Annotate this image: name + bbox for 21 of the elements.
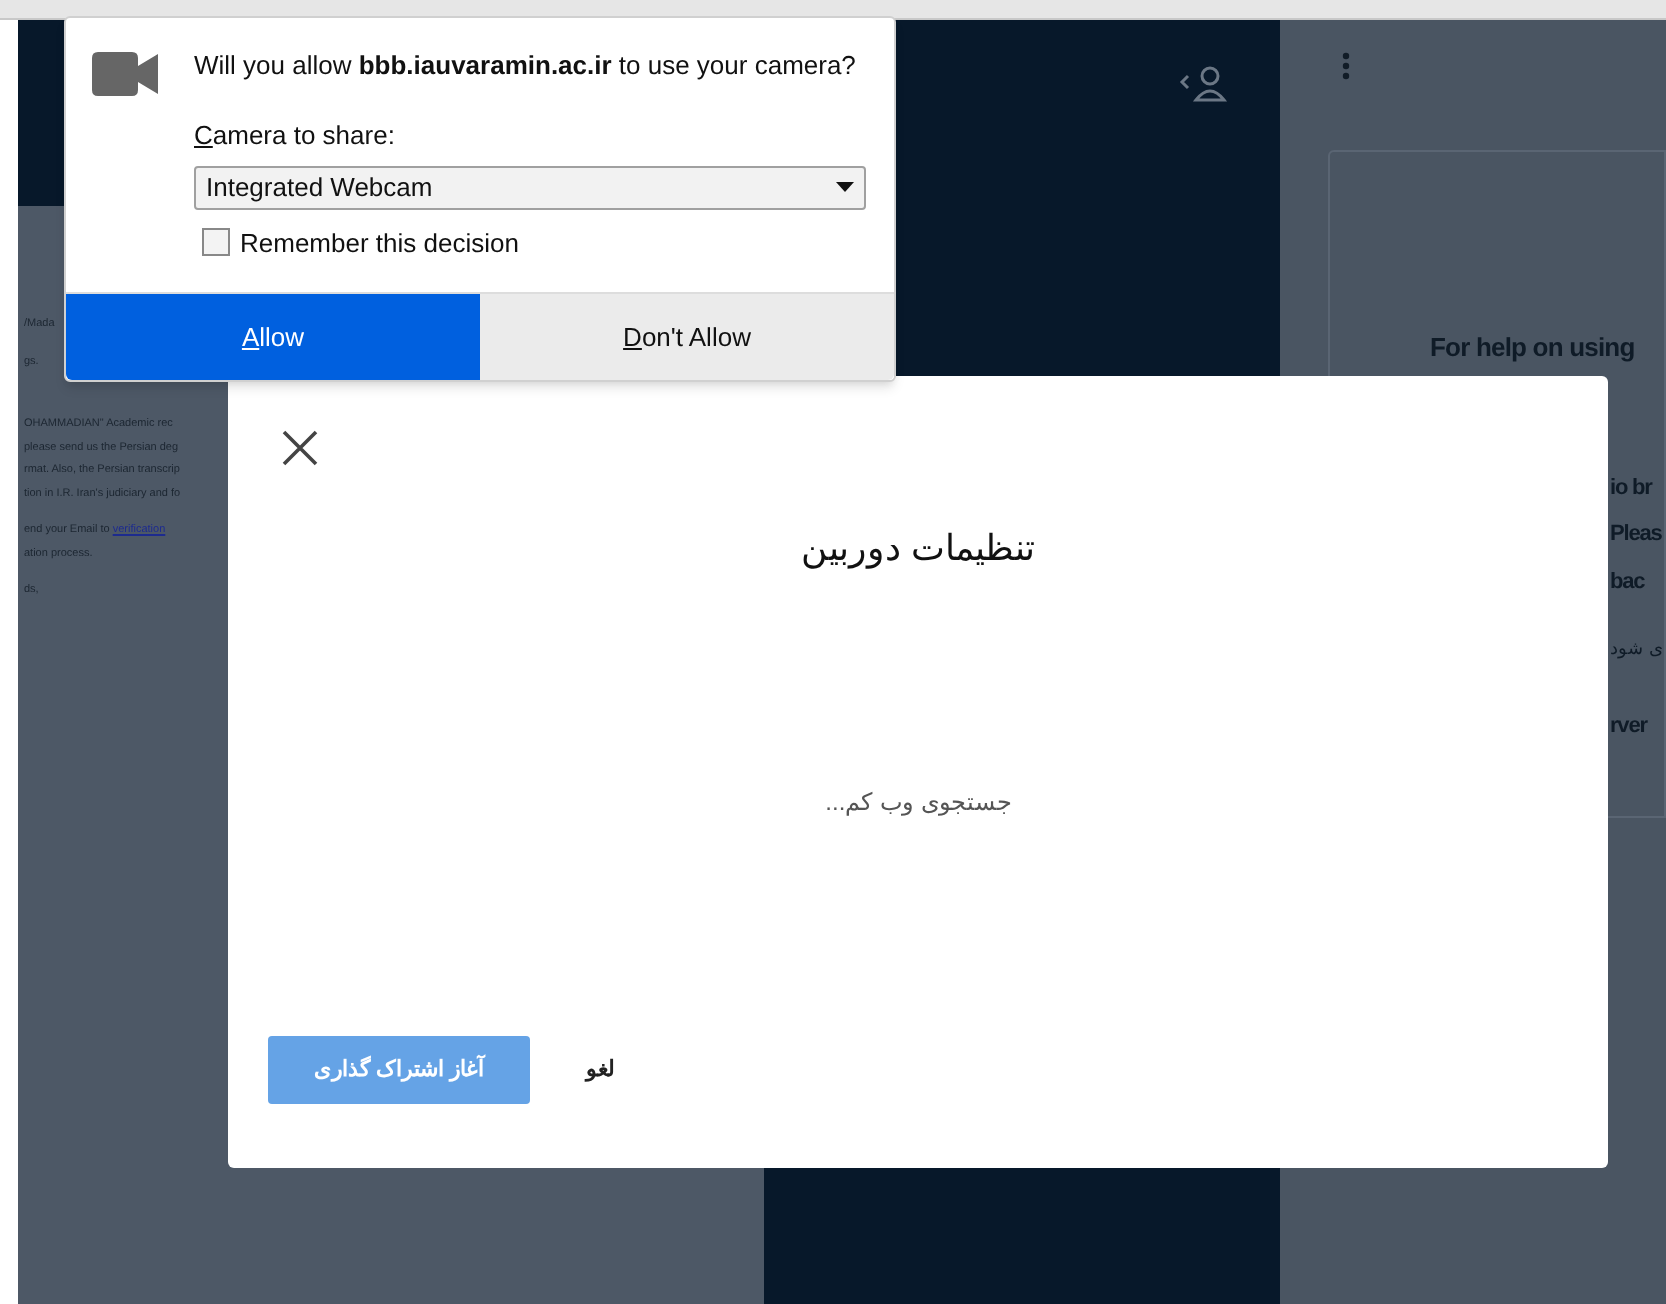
camera-icon [92, 52, 158, 96]
help-heading: For help on using [1430, 330, 1637, 366]
cancel-button[interactable]: لغو [586, 1053, 614, 1087]
camera-select[interactable]: Integrated Webcam [194, 165, 866, 209]
help-text: bac [1610, 567, 1647, 597]
user-icon[interactable] [1176, 64, 1228, 104]
dialog-title: تنظیمات دوربین [800, 526, 1035, 573]
permission-message: Will you allow bbb.iauvaramin.ac.ir to use your camera? [194, 48, 858, 84]
loading-text: جستجوی وب کم... [825, 786, 1011, 820]
remember-label: Remember this decision [240, 225, 519, 261]
help-text: rver [1610, 711, 1650, 741]
allow-button[interactable]: Allow [66, 294, 480, 380]
more-options-icon[interactable] [1342, 52, 1350, 80]
dont-allow-button[interactable]: Don't Allow [480, 294, 894, 380]
help-text: Pleas [1610, 520, 1664, 550]
dropdown-arrow-icon [836, 182, 854, 192]
close-icon[interactable] [282, 430, 318, 466]
select-label: Camera to share: [194, 118, 397, 154]
help-text: ی شود [1610, 636, 1664, 663]
remember-checkbox[interactable] [202, 228, 230, 257]
help-text: io br [1610, 473, 1655, 503]
